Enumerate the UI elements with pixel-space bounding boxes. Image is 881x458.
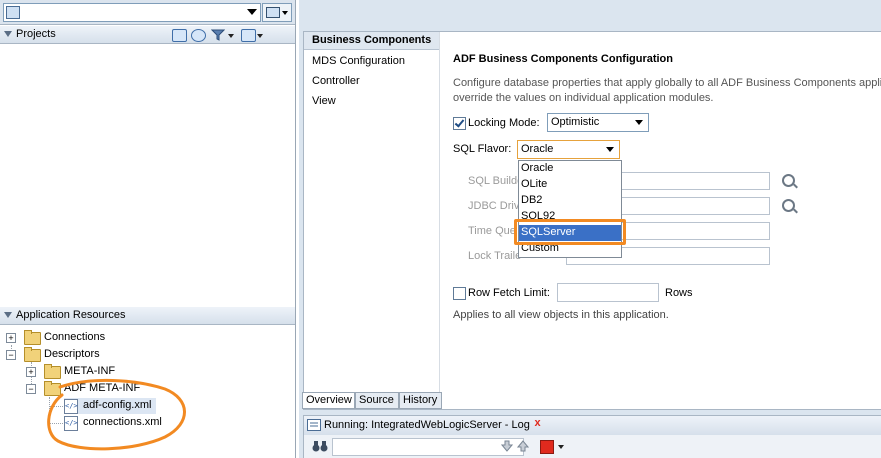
arrow-up-icon[interactable] [517,440,529,452]
adf-config-editor: Business Components MDS Configuration Co… [303,31,881,410]
search-icon[interactable] [782,174,795,187]
option-label: DB2 [521,194,543,206]
collapse-triangle-icon[interactable] [4,31,12,37]
applies-text: Applies to all view objects in this appl… [453,309,669,321]
orange-annotation-ellipse [47,378,186,451]
tree-label: Descriptors [44,348,100,360]
app-resources-panel-header[interactable]: Application Resources [0,307,295,325]
tab-label: Source [359,394,394,406]
time-query-label: Time Que [468,225,516,237]
orange-highlight-box [514,219,626,245]
log-search-input[interactable] [332,438,524,456]
sql-option-oracle[interactable]: Oracle [519,161,621,177]
log-title: Running: IntegratedWebLogicServer - Log [324,419,530,431]
sql-flavor-select[interactable]: Oracle [517,140,620,159]
close-icon[interactable]: x [532,418,543,430]
option-label: Oracle [521,162,554,174]
expand-icon[interactable]: + [6,333,16,343]
tree-label: Connections [44,331,106,343]
chevron-down-icon[interactable] [558,445,564,449]
refresh-icon[interactable] [191,29,206,42]
nav-item-business-components[interactable]: Business Components [304,32,439,50]
tab-label: History [403,394,438,406]
tab-label: Overview [306,394,352,406]
folder-icon [24,347,41,362]
stop-icon[interactable] [540,440,554,454]
row-fetch-limit-checkbox[interactable] [453,287,466,300]
search-icon[interactable] [172,29,187,42]
chevron-down-icon [247,9,257,15]
projects-panel-header[interactable]: Projects [0,26,295,44]
row-fetch-limit-label: Row Fetch Limit: [468,287,550,299]
sql-option-olite[interactable]: OLite [519,177,621,193]
application-toolbar [0,0,295,25]
nav-item-controller[interactable]: Controller [312,75,360,87]
sql-builder-label: SQL Builde [468,175,524,187]
log-toolbar [303,435,881,458]
arrow-down-icon[interactable] [501,440,513,452]
log-icon [307,419,321,431]
filter-icon[interactable] [211,29,225,41]
locking-mode-label: Locking Mode: [468,117,540,129]
window-icon [266,7,280,18]
application-icon [6,6,20,19]
row-fetch-limit-field[interactable] [557,283,659,302]
chevron-down-icon[interactable] [257,34,263,38]
nav-item-mds-configuration[interactable]: MDS Configuration [312,55,405,67]
expand-icon[interactable]: + [26,367,36,377]
jdbc-driver-label: JDBC Drive [468,200,526,212]
locking-mode-checkbox[interactable] [453,117,466,130]
binoculars-icon[interactable] [312,440,328,452]
description-line-1: Configure database properties that apply… [453,77,881,89]
sql-flavor-value: Oracle [521,143,554,155]
nav-item-view[interactable]: View [312,95,336,107]
locking-mode-select[interactable]: Optimistic [547,113,649,132]
editor-area: Business Components MDS Configuration Co… [299,0,881,458]
chevron-down-icon [282,11,288,15]
chevron-down-icon[interactable] [228,34,234,38]
sql-flavor-label: SQL Flavor: [453,143,512,155]
page-title: ADF Business Components Configuration [453,53,673,65]
app-resources-title: Application Resources [16,309,126,321]
option-label: OLite [521,178,548,190]
application-name-blank [22,8,80,16]
chevron-down-icon [606,147,614,152]
locking-mode-value: Optimistic [551,116,600,128]
working-sets-icon[interactable] [241,29,256,42]
collapse-icon[interactable]: − [6,350,16,360]
description-line-2: override the values on individual applic… [453,92,714,104]
application-navigator: Projects Application Resources + Connect… [0,0,296,458]
chevron-down-icon [635,120,643,125]
log-panel-tab[interactable]: Running: IntegratedWebLogicServer - Log … [303,415,881,436]
tab-overview[interactable]: Overview [302,392,355,409]
lock-trailer-label: Lock Traile [468,250,522,262]
tab-source[interactable]: Source [355,392,399,409]
collapse-icon[interactable]: − [26,384,36,394]
editor-nav: Business Components MDS Configuration Co… [304,32,440,409]
search-icon[interactable] [782,199,795,212]
application-menu-button[interactable] [262,3,292,22]
rows-unit-label: Rows [665,287,693,299]
projects-title: Projects [16,28,56,40]
collapse-triangle-icon[interactable] [4,312,12,318]
tab-history[interactable]: History [399,392,442,409]
sql-option-db2[interactable]: DB2 [519,193,621,209]
nav-header-label: Business Components [312,34,432,46]
application-selector[interactable] [3,3,261,22]
folder-icon [24,330,41,345]
